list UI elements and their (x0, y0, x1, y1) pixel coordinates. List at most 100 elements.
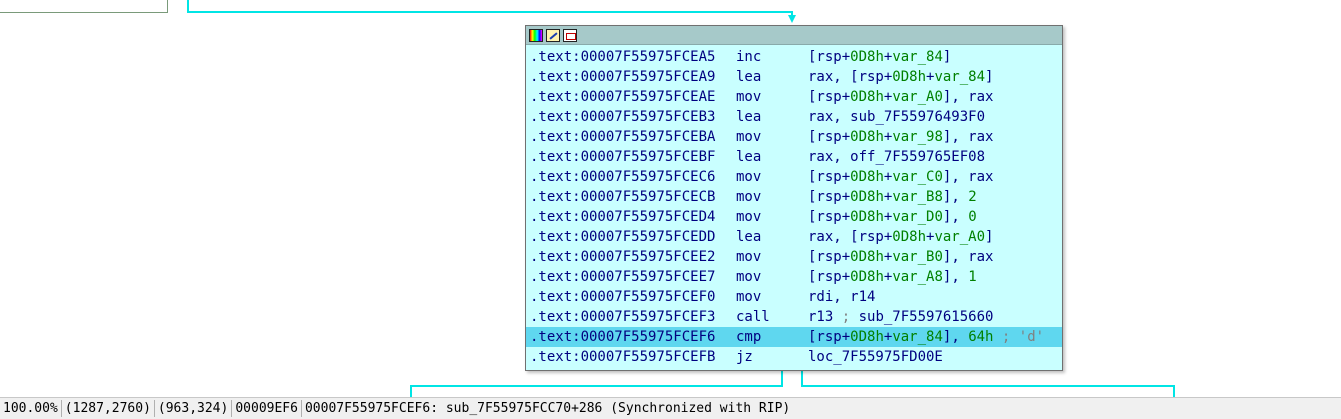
line-operands[interactable]: rax, off_7F559765EF08 (808, 149, 985, 165)
disasm-line[interactable]: .text:00007F55975FCEAE mov [rsp+0D8h+var_A… (526, 87, 1062, 107)
operand-token[interactable]: [rsp+ (808, 49, 850, 65)
line-address[interactable]: .text:00007F55975FCEA9 (530, 67, 736, 87)
disasm-line[interactable]: .text:00007F55975FCEF3 call r13 ; sub_7F55… (526, 307, 1062, 327)
operand-token[interactable]: ] (943, 49, 951, 65)
line-address[interactable]: .text:00007F55975FCED4 (530, 207, 736, 227)
line-operands[interactable]: [rsp+0D8h+var_C0], rax (808, 169, 993, 185)
operand-token[interactable]: 0D8h (892, 69, 926, 85)
operand-token[interactable]: rax, (808, 109, 850, 125)
operand-token[interactable]: loc_7F55975FD00E (808, 349, 943, 365)
line-address[interactable]: .text:00007F55975FCEF6 (530, 327, 736, 347)
operand-token[interactable]: 64h (968, 329, 993, 345)
line-mnemonic[interactable]: lea (736, 107, 808, 127)
disasm-line[interactable]: .text:00007F55975FCEA5 inc [rsp+0D8h+var_8… (526, 47, 1062, 67)
line-operands[interactable]: [rsp+0D8h+var_D0], 0 (808, 209, 977, 225)
operand-token[interactable]: [rsp+ (808, 89, 850, 105)
disasm-line[interactable]: .text:00007F55975FCEB3 lea rax, sub_7F5597… (526, 107, 1062, 127)
graph-icon[interactable] (563, 28, 577, 42)
disasm-line[interactable]: .text:00007F55975FCEBF lea rax, off_7F5597… (526, 147, 1062, 167)
operand-token[interactable]: rdi, r14 (808, 289, 875, 305)
disasm-line[interactable]: .text:00007F55975FCEE7 mov [rsp+0D8h+var_A… (526, 267, 1062, 287)
operand-token[interactable]: ] (985, 69, 993, 85)
operand-token[interactable]: [rsp+ (808, 209, 850, 225)
operand-token[interactable]: ], (943, 189, 968, 205)
operand-token[interactable]: var_84 (934, 69, 985, 85)
line-operands[interactable]: [rsp+0D8h+var_A8], 1 (808, 269, 977, 285)
line-mnemonic[interactable]: cmp (736, 327, 808, 347)
previous-block-node[interactable] (0, 0, 168, 13)
color-icon[interactable] (529, 28, 543, 42)
line-address[interactable]: .text:00007F55975FCEFB (530, 347, 736, 367)
operand-token[interactable]: ], rax (943, 169, 994, 185)
line-mnemonic[interactable]: call (736, 307, 808, 327)
operand-token[interactable]: ], (943, 269, 968, 285)
operand-token[interactable]: 0D8h (850, 49, 884, 65)
operand-token[interactable]: [rsp+ (808, 129, 850, 145)
operand-token[interactable]: var_B0 (892, 249, 943, 265)
line-mnemonic[interactable]: lea (736, 67, 808, 87)
operand-token[interactable]: rax, [rsp+ (808, 229, 892, 245)
line-address[interactable]: .text:00007F55975FCEE2 (530, 247, 736, 267)
basic-block-node[interactable]: .text:00007F55975FCEA5 inc [rsp+0D8h+var_8… (525, 25, 1063, 371)
line-address[interactable]: .text:00007F55975FCEBA (530, 127, 736, 147)
operand-token[interactable]: var_84 (892, 49, 943, 65)
operand-token[interactable]: var_A0 (892, 89, 943, 105)
line-operands[interactable]: rax, [rsp+0D8h+var_84] (808, 69, 993, 85)
operand-token[interactable]: ] (985, 229, 993, 245)
line-operands[interactable]: [rsp+0D8h+var_B8], 2 (808, 189, 977, 205)
operand-token[interactable]: ], rax (943, 249, 994, 265)
disasm-line[interactable]: .text:00007F55975FCEA9 lea rax, [rsp+0D8h+… (526, 67, 1062, 87)
operand-token[interactable]: [rsp+ (808, 169, 850, 185)
operand-token[interactable]: 0 (968, 209, 976, 225)
line-address[interactable]: .text:00007F55975FCEF3 (530, 307, 736, 327)
disasm-line[interactable]: .text:00007F55975FCEE2 mov [rsp+0D8h+var_B… (526, 247, 1062, 267)
operand-token[interactable]: 0D8h (850, 129, 884, 145)
line-mnemonic[interactable]: mov (736, 167, 808, 187)
operand-token[interactable]: [rsp+ (808, 189, 850, 205)
line-mnemonic[interactable]: mov (736, 287, 808, 307)
operand-token[interactable]: var_A0 (934, 229, 985, 245)
operand-token[interactable]: var_C0 (892, 169, 943, 185)
line-mnemonic[interactable]: mov (736, 247, 808, 267)
line-operands[interactable]: loc_7F55975FD00E (808, 349, 943, 365)
operand-token[interactable]: r13 (808, 309, 833, 325)
line-address[interactable]: .text:00007F55975FCEE7 (530, 267, 736, 287)
operand-token[interactable]: 0D8h (850, 209, 884, 225)
disasm-line[interactable]: .text:00007F55975FCEC6 mov [rsp+0D8h+var_C… (526, 167, 1062, 187)
line-mnemonic[interactable]: lea (736, 227, 808, 247)
operand-token[interactable]: 0D8h (850, 269, 884, 285)
line-operands[interactable]: [rsp+0D8h+var_84], 64h ; 'd' (808, 329, 1044, 345)
operand-token[interactable]: [rsp+ (808, 249, 850, 265)
operand-token[interactable]: rax, [rsp+ (808, 69, 892, 85)
operand-token[interactable]: 0D8h (892, 229, 926, 245)
line-address[interactable]: .text:00007F55975FCEA5 (530, 47, 736, 67)
operand-token[interactable]: var_B8 (892, 189, 943, 205)
line-address[interactable]: .text:00007F55975FCEF0 (530, 287, 736, 307)
disasm-line-selected[interactable]: .text:00007F55975FCEF6 cmp [rsp+0D8h+var_8… (526, 327, 1062, 347)
line-mnemonic[interactable]: mov (736, 87, 808, 107)
line-mnemonic[interactable]: jz (736, 347, 808, 367)
operand-token[interactable]: 0D8h (850, 329, 884, 345)
line-operands[interactable]: rdi, r14 (808, 289, 875, 305)
graph-view[interactable]: .text:00007F55975FCEA5 inc [rsp+0D8h+var_8… (0, 0, 1341, 397)
operand-token[interactable]: 0D8h (850, 189, 884, 205)
operand-token[interactable]: ; (833, 309, 858, 325)
operand-token[interactable]: sub_7F5597615660 (859, 309, 994, 325)
line-operands[interactable]: r13 ; sub_7F5597615660 (808, 309, 993, 325)
operand-token[interactable]: [rsp+ (808, 329, 850, 345)
disasm-line[interactable]: .text:00007F55975FCECB mov [rsp+0D8h+var_B… (526, 187, 1062, 207)
operand-token[interactable]: ; 'd' (993, 329, 1044, 345)
operand-token[interactable]: var_A8 (892, 269, 943, 285)
operand-token[interactable]: 2 (968, 189, 976, 205)
line-operands[interactable]: [rsp+0D8h+var_98], rax (808, 129, 993, 145)
disasm-line[interactable]: .text:00007F55975FCED4 mov [rsp+0D8h+var_D… (526, 207, 1062, 227)
line-address[interactable]: .text:00007F55975FCEAE (530, 87, 736, 107)
operand-token[interactable]: rax, (808, 149, 850, 165)
operand-token[interactable]: 0D8h (850, 249, 884, 265)
rename-icon[interactable] (546, 28, 560, 42)
operand-token[interactable]: sub_7F55976493F0 (850, 109, 985, 125)
line-operands[interactable]: [rsp+0D8h+var_A0], rax (808, 89, 993, 105)
operand-token[interactable]: 0D8h (850, 89, 884, 105)
operand-token[interactable]: ], (943, 209, 968, 225)
line-mnemonic[interactable]: mov (736, 267, 808, 287)
